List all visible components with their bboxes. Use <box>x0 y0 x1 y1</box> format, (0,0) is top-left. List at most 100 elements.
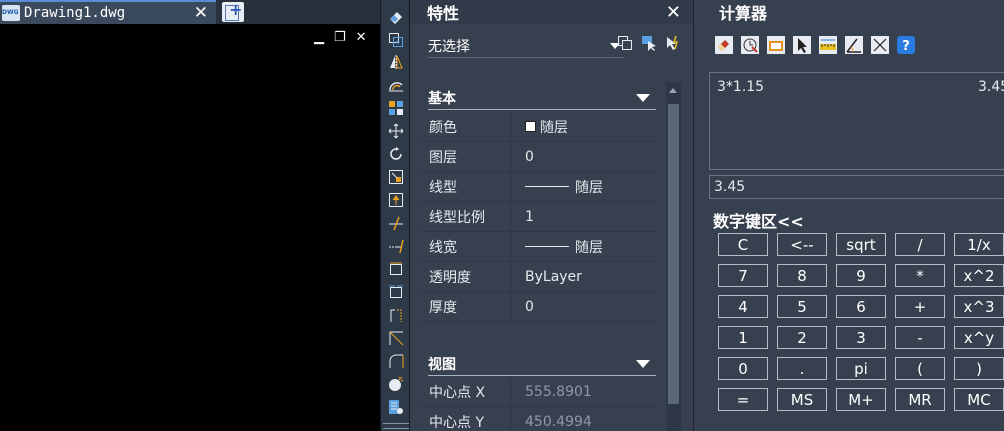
prop-name: 颜色 <box>420 112 511 141</box>
prop-name: 图层 <box>420 142 511 171</box>
collapse-icon[interactable] <box>636 93 650 102</box>
key-reciprocal[interactable]: 1/x <box>954 233 1004 256</box>
clear-history-icon[interactable] <box>740 35 760 55</box>
collapse-icon[interactable] <box>636 359 650 368</box>
pick-point-icon[interactable] <box>792 35 812 55</box>
prop-row-linetype[interactable]: 线型 随层 <box>420 172 656 202</box>
drawing-canvas[interactable] <box>0 0 380 431</box>
document-tab-title: Drawing1.dwg <box>24 5 126 21</box>
prop-row-layer[interactable]: 图层 0 <box>420 142 656 172</box>
key-power[interactable]: x^y <box>954 326 1004 349</box>
key-memory-add[interactable]: M+ <box>836 388 886 411</box>
properties-close-icon[interactable]: ✕ <box>666 2 681 23</box>
key-0[interactable]: 0 <box>718 357 768 380</box>
distance-icon[interactable] <box>818 35 838 55</box>
prop-row-lineweight[interactable]: 线宽 随层 <box>420 232 656 262</box>
stretch-icon[interactable] <box>388 192 404 208</box>
key-1[interactable]: 1 <box>718 326 768 349</box>
key-clear[interactable]: C <box>718 233 768 256</box>
tab-close-icon[interactable]: ✕ <box>194 3 208 23</box>
close-window-icon[interactable]: ✕ <box>356 30 367 45</box>
key-5[interactable]: 5 <box>777 295 827 318</box>
key-3[interactable]: 3 <box>836 326 886 349</box>
extend-icon[interactable] <box>388 238 404 254</box>
key-add[interactable]: + <box>895 295 945 318</box>
key-divide[interactable]: / <box>895 233 945 256</box>
prop-value[interactable]: 0 <box>511 292 656 321</box>
prop-value[interactable]: 0 <box>511 142 656 171</box>
key-9[interactable]: 9 <box>836 264 886 287</box>
section-basic-header[interactable]: 基本 <box>428 86 656 110</box>
offset-icon[interactable] <box>388 77 404 93</box>
prop-value[interactable]: 1 <box>511 202 656 231</box>
prop-value: 555.8901 <box>525 383 592 400</box>
explode-icon[interactable] <box>388 376 404 392</box>
key-equals[interactable]: = <box>718 388 768 411</box>
new-drawing-icon[interactable] <box>222 0 244 22</box>
key-8[interactable]: 8 <box>777 264 827 287</box>
restore-icon[interactable]: ❐ <box>334 30 346 45</box>
key-7[interactable]: 7 <box>718 264 768 287</box>
section-view-header[interactable]: 视图 <box>428 352 656 376</box>
key-pi[interactable]: pi <box>836 357 886 380</box>
key-cube[interactable]: x^3 <box>954 295 1004 318</box>
scale-icon[interactable] <box>388 169 404 185</box>
number-pad-toggle[interactable]: 数字键区<< <box>713 208 804 232</box>
selection-dropdown[interactable]: 无选择 <box>428 34 624 58</box>
key-backspace[interactable]: <-- <box>777 233 827 256</box>
help-icon[interactable]: ? <box>896 35 916 55</box>
key-memory-store[interactable]: MS <box>777 388 827 411</box>
break-icon[interactable] <box>388 261 404 277</box>
calculator-input[interactable]: 3.45 <box>709 175 1004 199</box>
dwg-file-icon <box>2 5 20 21</box>
key-decimal[interactable]: . <box>777 357 827 380</box>
trim-icon[interactable] <box>388 215 404 231</box>
prop-value[interactable]: 随层 <box>511 172 656 201</box>
key-4[interactable]: 4 <box>718 295 768 318</box>
mirror-icon[interactable] <box>388 54 404 70</box>
key-memory-recall[interactable]: MR <box>895 388 945 411</box>
prop-value[interactable]: 随层 <box>511 232 656 261</box>
eraser-icon[interactable] <box>388 9 404 25</box>
key-memory-clear[interactable]: MC <box>954 388 1004 411</box>
fillet-icon[interactable] <box>388 353 404 369</box>
properties-icon[interactable] <box>388 399 404 415</box>
array-icon[interactable] <box>388 100 404 116</box>
prop-row-linetype-scale[interactable]: 线型比例 1 <box>420 202 656 232</box>
properties-scrollbar[interactable] <box>666 82 681 431</box>
chamfer-icon[interactable] <box>388 330 404 346</box>
rotate-icon[interactable] <box>388 146 404 162</box>
prop-row-transparency[interactable]: 透明度 ByLayer <box>420 262 656 292</box>
join-icon[interactable] <box>388 307 404 323</box>
quick-select-icon[interactable] <box>664 34 682 52</box>
get-coordinates-icon[interactable] <box>766 35 786 55</box>
move-icon[interactable] <box>388 123 404 139</box>
key-multiply[interactable]: * <box>895 264 945 287</box>
toggle-pickadd-icon[interactable] <box>616 34 634 52</box>
calculator-history[interactable]: 3*1.15 3.45 <box>709 72 1004 170</box>
toolbar-grip[interactable] <box>383 423 409 429</box>
key-close-paren[interactable]: ) <box>954 357 1004 380</box>
key-6[interactable]: 6 <box>836 295 886 318</box>
key-2[interactable]: 2 <box>777 326 827 349</box>
intersection-icon[interactable] <box>870 35 890 55</box>
angle-icon[interactable] <box>844 35 864 55</box>
document-tab[interactable]: Drawing1.dwg ✕ <box>0 0 216 24</box>
prop-row-color[interactable]: 颜色 随层 <box>420 112 656 142</box>
prop-row-thickness[interactable]: 厚度 0 <box>420 292 656 322</box>
key-sqrt[interactable]: sqrt <box>836 233 886 256</box>
copy-icon[interactable] <box>388 32 404 48</box>
select-objects-icon[interactable] <box>640 34 658 52</box>
break-at-point-icon[interactable] <box>388 284 404 300</box>
calculator-toolbar: ? <box>714 35 916 55</box>
key-square[interactable]: x^2 <box>954 264 1004 287</box>
scroll-thumb[interactable] <box>668 104 679 404</box>
minimize-icon[interactable]: ▁ <box>314 30 324 45</box>
key-subtract[interactable]: - <box>895 326 945 349</box>
scroll-up-icon[interactable] <box>669 88 677 93</box>
prop-value[interactable]: 随层 <box>511 112 656 141</box>
clear-icon[interactable] <box>714 35 734 55</box>
key-open-paren[interactable]: ( <box>895 357 945 380</box>
selection-value: 无选择 <box>428 38 470 55</box>
prop-value[interactable]: ByLayer <box>511 262 656 291</box>
